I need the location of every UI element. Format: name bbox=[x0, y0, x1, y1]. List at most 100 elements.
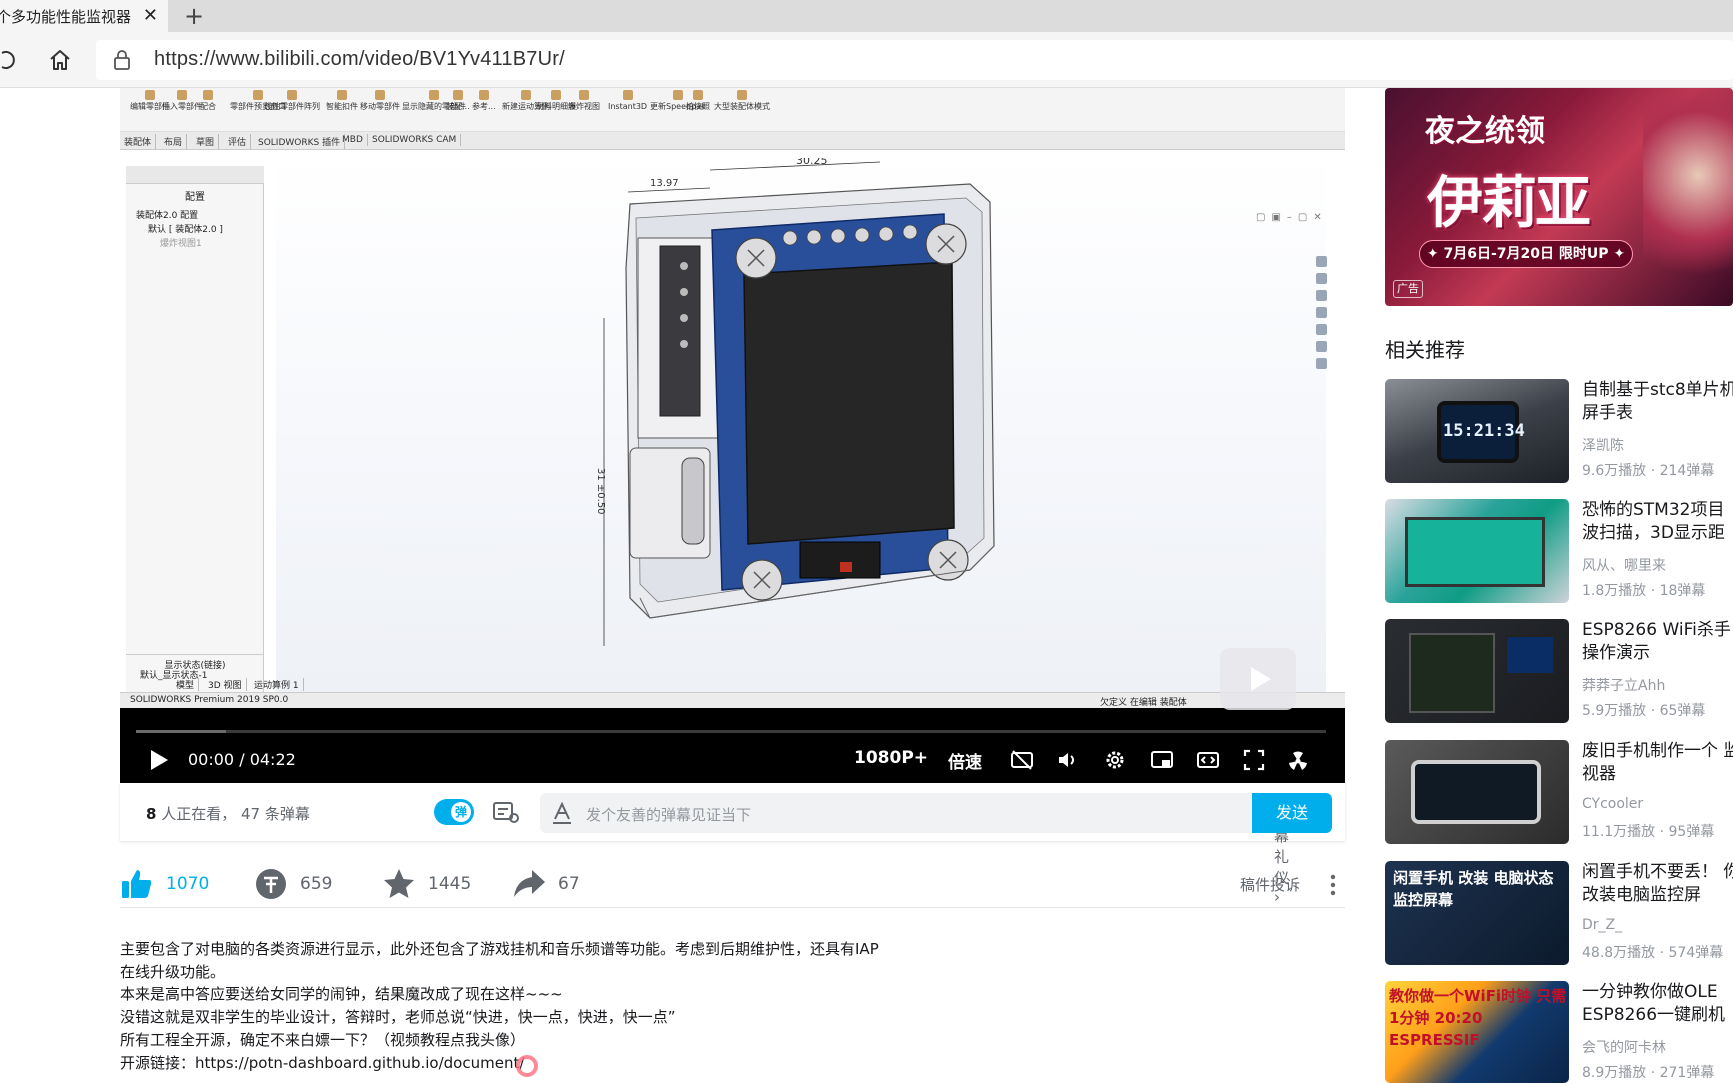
settings-gear-icon[interactable] bbox=[1103, 748, 1127, 772]
recommend-item[interactable]: 15:21:34 自制基于stc8单片机屏手表 泽凯陈 9.6万播放 · 214… bbox=[1385, 379, 1733, 483]
cad-command-tab: 布局 bbox=[160, 134, 188, 149]
widescreen-icon[interactable] bbox=[1196, 748, 1220, 772]
time-display: 00:00 / 04:22 bbox=[188, 750, 296, 769]
speed-button[interactable]: 倍速 bbox=[948, 748, 982, 773]
recommend-title[interactable]: ESP8266 WiFi杀手 操作演示 bbox=[1582, 619, 1733, 665]
favorite-button[interactable]: 1445 bbox=[382, 866, 471, 902]
play-icon[interactable] bbox=[148, 748, 170, 772]
danmaku-count: 47 条弹幕 bbox=[241, 805, 310, 823]
tree-item: 爆炸视图1 bbox=[160, 239, 202, 249]
dimension-height: 31 ±0.50 bbox=[595, 468, 606, 515]
cad-tab-3dview: 3D 视图 bbox=[204, 678, 247, 691]
danmaku-style-icon[interactable] bbox=[552, 802, 572, 824]
recommend-stats: 5.9万播放 · 65弹幕 bbox=[1582, 703, 1706, 719]
danmaku-settings-icon[interactable] bbox=[492, 799, 520, 825]
play-watermark-icon bbox=[1220, 648, 1296, 710]
recommend-stats: 1.8万播放 · 18弹幕 bbox=[1582, 583, 1706, 599]
tree-item: 默认 [ 装配体2.0 ] bbox=[148, 225, 223, 235]
recommend-item[interactable]: 废旧手机制作一个 监视器 CYcooler 11.1万播放 · 95弹幕 bbox=[1385, 740, 1733, 844]
address-toolbar: https://www.bilibili.com/video/BV1Yv411B… bbox=[0, 32, 1733, 88]
recommend-thumbnail[interactable]: 教你做一个WiFi时钟 只需1分钟 20:20 ESPRESSIF bbox=[1385, 981, 1569, 1083]
solidworks-tabs: 装配体 布局 草图 评估 SOLIDWORKS 插件 MBD SOLIDWORKS CAM bbox=[120, 132, 1345, 150]
recommend-item[interactable]: 教你做一个WiFi时钟 只需1分钟 20:20 ESPRESSIF 一分钟教你做… bbox=[1385, 981, 1733, 1083]
cad-toolbar-button: 线性零部件阵列 bbox=[264, 88, 320, 130]
recommend-thumbnail[interactable]: 15:21:34 bbox=[1385, 379, 1569, 483]
browser-tab-bar: 个多功能性能监视器 ✕ + bbox=[0, 0, 1733, 32]
fullscreen-icon[interactable] bbox=[1242, 748, 1266, 772]
video-progress-bar[interactable] bbox=[136, 730, 1326, 733]
recommend-title[interactable]: 自制基于stc8单片机屏手表 bbox=[1582, 379, 1733, 425]
recommend-thumbnail[interactable] bbox=[1385, 619, 1569, 723]
click-indicator bbox=[516, 1055, 538, 1077]
cad-toolbar-button: 装配... bbox=[446, 88, 470, 130]
recommend-item[interactable]: ESP8266 WiFi杀手 操作演示 莽莽子立Ahh 5.9万播放 · 65弹… bbox=[1385, 619, 1733, 723]
recommend-author[interactable]: 莽莽子立Ahh bbox=[1582, 675, 1665, 695]
like-button[interactable]: 1070 bbox=[120, 866, 209, 902]
recommend-stats: 11.1万播放 · 95弹幕 bbox=[1582, 824, 1715, 840]
recommend-author[interactable]: CYcooler bbox=[1582, 796, 1643, 812]
ad-character-art bbox=[1643, 88, 1733, 306]
cad-command-tab: MBD bbox=[338, 134, 368, 146]
volume-icon[interactable] bbox=[1056, 748, 1080, 772]
home-icon[interactable] bbox=[48, 48, 72, 72]
description-line: 主要包含了对电脑的各类资源进行显示，此外还包含了游戏挂机和音乐频谱等功能。考虑到… bbox=[120, 940, 879, 981]
radiation-icon[interactable] bbox=[1286, 748, 1310, 772]
browser-tab[interactable]: 个多功能性能监视器 ✕ bbox=[0, 0, 168, 32]
cad-tab-model: 模型 bbox=[172, 678, 200, 691]
recommend-title[interactable]: 闲置手机不要丢！ 你改装电脑监控屏 bbox=[1582, 861, 1733, 907]
danmaku-bar: 8 人正在看， 47 条弹幕 弹 发个友善的弹幕见证当下 弹幕礼仪 › 发送 bbox=[120, 783, 1345, 906]
coin-button[interactable]: 659 bbox=[254, 866, 332, 902]
viewer-count: 8 bbox=[146, 805, 157, 823]
recommend-author[interactable]: 风从、哪里来 bbox=[1582, 555, 1666, 575]
recommend-author[interactable]: 泽凯陈 bbox=[1582, 435, 1624, 455]
recommend-thumbnail[interactable] bbox=[1385, 740, 1569, 844]
video-frame[interactable]: 编辑零部件 插入零部件 配合 零部件预览窗口 线性零部件阵列 智能扣件 移动零部件 显示隐藏的… bbox=[120, 88, 1345, 710]
description-link[interactable]: 开源链接：https://potn-dashboard.github.io/do… bbox=[120, 1052, 880, 1075]
url-text[interactable]: https://www.bilibili.com/video/BV1Yv411B… bbox=[154, 48, 565, 71]
solidworks-toolbar: 编辑零部件 插入零部件 配合 零部件预览窗口 线性零部件阵列 智能扣件 移动零部件 显示隐藏的… bbox=[120, 88, 1345, 132]
ad-banner[interactable]: 夜之统领 伊莉亚 ✦ 7月6日-7月20日 限时UP ✦ 广告 bbox=[1385, 88, 1733, 306]
cad-command-tab: 草图 bbox=[192, 134, 220, 149]
recommend-title[interactable]: 一分钟教你做OLE ESP8266一键刷机 bbox=[1582, 981, 1733, 1027]
url-bar[interactable]: https://www.bilibili.com/video/BV1Yv411B… bbox=[96, 40, 1733, 80]
quality-button[interactable]: 1080P+ bbox=[854, 748, 928, 768]
thumbs-up-icon bbox=[122, 870, 152, 898]
recommend-title[interactable]: 恐怖的STM32项目 波扫描，3D显示距 bbox=[1582, 499, 1733, 545]
cad-toolbar-button: 爆炸视图 bbox=[568, 88, 600, 130]
cad-status-version: SOLIDWORKS Premium 2019 SP0.0 bbox=[130, 695, 289, 705]
danmaku-toggle[interactable]: 弹 bbox=[434, 799, 474, 825]
share-count: 67 bbox=[558, 874, 580, 894]
recommend-author[interactable]: 会飞的阿卡林 bbox=[1582, 1037, 1666, 1057]
cad-status-bar: SOLIDWORKS Premium 2019 SP0.0 欠定义 在编辑 装配… bbox=[120, 692, 1345, 708]
subtitle-off-icon[interactable] bbox=[1010, 748, 1034, 772]
share-arrow-icon bbox=[514, 870, 545, 897]
pcb-board bbox=[1409, 633, 1495, 713]
recommend-title[interactable]: 废旧手机制作一个 监视器 bbox=[1582, 740, 1733, 786]
video-player[interactable]: 编辑零部件 插入零部件 配合 零部件预览窗口 线性零部件阵列 智能扣件 移动零部件 显示隐藏的… bbox=[120, 88, 1345, 783]
reload-icon[interactable] bbox=[0, 50, 18, 70]
recommend-thumbnail[interactable] bbox=[1385, 499, 1569, 603]
lock-icon[interactable] bbox=[114, 50, 130, 70]
share-button[interactable]: 67 bbox=[512, 866, 580, 902]
coin-icon bbox=[256, 869, 286, 899]
video-actions: 1070 659 1445 67 稿件投诉 bbox=[120, 862, 1345, 908]
danmaku-send-button[interactable]: 发送 bbox=[1252, 793, 1332, 833]
recommend-author[interactable]: Dr_Z_ bbox=[1582, 917, 1622, 933]
new-tab-button[interactable]: + bbox=[184, 2, 204, 30]
cad-task-pane-icons bbox=[1316, 256, 1330, 376]
video-description: 主要包含了对电脑的各类资源进行显示，此外还包含了游戏挂机和音乐频谱等功能。考虑到… bbox=[120, 938, 880, 1074]
more-vertical-icon[interactable] bbox=[1330, 874, 1336, 896]
recommend-item[interactable]: 恐怖的STM32项目 波扫描，3D显示距 风从、哪里来 1.8万播放 · 18弹… bbox=[1385, 499, 1733, 603]
danmaku-placeholder: 发个友善的弹幕见证当下 bbox=[586, 806, 752, 824]
report-link[interactable]: 稿件投诉 bbox=[1240, 874, 1300, 895]
coin-count: 659 bbox=[300, 874, 333, 894]
danmaku-toggle-label: 弹 bbox=[451, 802, 471, 822]
picture-in-picture-icon[interactable] bbox=[1150, 748, 1174, 772]
description-line: 本来是高中答应要送给女同学的闹钟，结果魔改成了现在这样~~~ bbox=[120, 985, 563, 1004]
danmaku-input[interactable]: 发个友善的弹幕见证当下 弹幕礼仪 › bbox=[540, 793, 1289, 906]
recommend-thumbnail[interactable]: 闲置手机 改装 电脑状态 监控屏幕 bbox=[1385, 861, 1569, 965]
progress-buffer bbox=[136, 730, 226, 733]
recommend-item[interactable]: 闲置手机 改装 电脑状态 监控屏幕 闲置手机不要丢！ 你改装电脑监控屏 Dr_Z… bbox=[1385, 861, 1733, 965]
tab-close-icon[interactable]: ✕ bbox=[143, 5, 158, 26]
cad-toolbar-button: 参考... bbox=[472, 88, 496, 130]
